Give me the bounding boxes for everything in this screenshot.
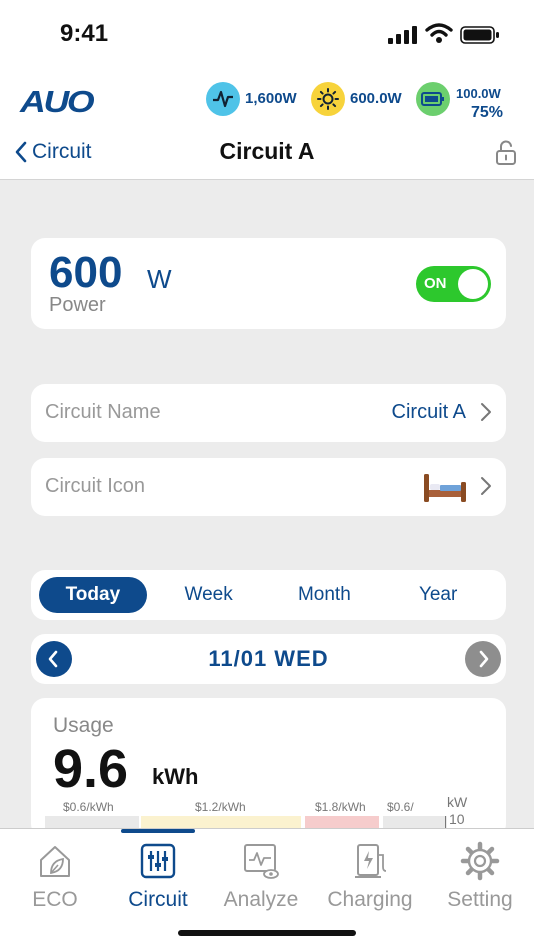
chevron-right-icon bbox=[481, 477, 491, 495]
eco-house-icon bbox=[40, 846, 70, 877]
tab-eco-label: ECO bbox=[32, 888, 78, 911]
usage-value: 9.6 bbox=[53, 739, 129, 799]
unlock-icon[interactable] bbox=[494, 140, 518, 166]
axis-max: 10 bbox=[449, 811, 465, 827]
tab-setting[interactable]: Setting bbox=[425, 841, 534, 912]
tab-analyze[interactable]: Analyze bbox=[206, 841, 316, 912]
battery-icon bbox=[416, 82, 450, 116]
battery-power-value: 100.0W bbox=[456, 86, 501, 101]
tab-year[interactable]: Year bbox=[378, 577, 498, 613]
power-label: Power bbox=[49, 294, 106, 316]
gear-icon bbox=[460, 841, 500, 881]
circuit-name-row[interactable]: Circuit Name Circuit A bbox=[31, 384, 506, 442]
power-toggle[interactable]: ON bbox=[416, 266, 491, 302]
sun-icon bbox=[311, 82, 345, 116]
analyze-icon bbox=[244, 844, 279, 879]
grid-power-value: 1,600W bbox=[245, 90, 297, 107]
next-date-button[interactable] bbox=[465, 641, 501, 677]
power-value: 600 bbox=[49, 248, 123, 297]
chevron-right-icon bbox=[479, 650, 489, 668]
tab-analyze-label: Analyze bbox=[223, 888, 299, 911]
tab-eco[interactable]: ECO bbox=[0, 841, 110, 912]
date-navigator: 11/01 WED bbox=[31, 634, 506, 684]
cellular-signal-icon bbox=[388, 26, 417, 44]
rate-label-3: $1.8/kWh bbox=[315, 800, 366, 814]
circuit-icon-label: Circuit Icon bbox=[45, 475, 146, 497]
axis-unit: kW bbox=[447, 794, 468, 810]
usage-label: Usage bbox=[53, 714, 114, 737]
status-time: 9:41 bbox=[60, 20, 109, 47]
power-unit: W bbox=[147, 264, 172, 294]
brand-logo: AUO bbox=[20, 84, 95, 119]
status-battery-icon bbox=[460, 26, 499, 44]
tab-today[interactable]: Today bbox=[39, 577, 147, 613]
sliders-icon bbox=[140, 843, 176, 879]
circuit-name-value: Circuit A bbox=[391, 401, 466, 423]
solar-power-value: 600.0W bbox=[350, 90, 402, 107]
toggle-knob bbox=[458, 269, 488, 299]
pulse-icon bbox=[206, 82, 240, 116]
wifi-icon bbox=[425, 23, 453, 43]
active-tab-indicator bbox=[121, 829, 195, 833]
toggle-label: ON bbox=[424, 275, 447, 292]
usage-unit: kWh bbox=[152, 764, 199, 789]
charging-station-icon bbox=[355, 844, 387, 878]
tab-month[interactable]: Month bbox=[271, 577, 379, 613]
tab-circuit-label: Circuit bbox=[128, 888, 188, 911]
rate-label-1: $0.6/kWh bbox=[63, 800, 114, 814]
period-tabs: Today Week Month Year bbox=[31, 570, 506, 620]
tab-week[interactable]: Week bbox=[147, 577, 271, 613]
tab-charging[interactable]: Charging bbox=[315, 841, 425, 912]
page-title: Circuit A bbox=[219, 138, 315, 164]
tab-setting-label: Setting bbox=[447, 888, 513, 911]
circuit-name-label: Circuit Name bbox=[45, 401, 161, 423]
home-indicator[interactable] bbox=[178, 930, 356, 936]
battery-percent: 75% bbox=[471, 104, 504, 121]
rate-label-4: $0.6/ bbox=[387, 800, 414, 814]
power-card: 600 W Power ON bbox=[31, 238, 506, 329]
current-date: 11/01 WED bbox=[208, 646, 329, 671]
tab-circuit[interactable]: Circuit bbox=[103, 841, 213, 912]
chevron-right-icon bbox=[481, 403, 491, 421]
tab-charging-label: Charging bbox=[327, 888, 413, 911]
usage-card: Usage 9.6 kWh $0.6/kWh $1.2/kWh $1.8/kWh… bbox=[31, 698, 506, 838]
bed-icon bbox=[424, 474, 466, 502]
rate-label-2: $1.2/kWh bbox=[195, 800, 246, 814]
circuit-icon-row[interactable]: Circuit Icon bbox=[31, 458, 506, 516]
